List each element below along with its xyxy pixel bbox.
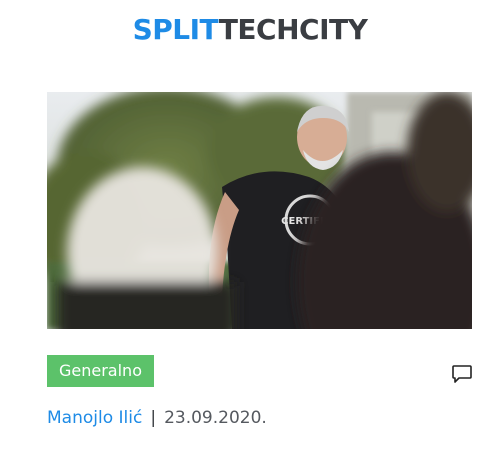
site-logo[interactable]: SPLITTECHCITY xyxy=(0,12,500,48)
author-link[interactable]: Manojlo Ilić xyxy=(47,408,142,428)
article-image[interactable]: CERTIFIED xyxy=(47,92,472,329)
article-photo: CERTIFIED xyxy=(47,92,472,329)
article-card: SPLITTECHCITY Generalno Manojlo Ilić | 2… xyxy=(0,0,500,450)
meta-separator: | xyxy=(150,408,157,428)
logo-split[interactable]: SPLIT xyxy=(133,13,220,46)
category-badge[interactable]: Generalno xyxy=(47,355,154,387)
publish-date: 23.09.2020. xyxy=(164,408,267,428)
article-meta: Manojlo Ilić | 23.09.2020. xyxy=(47,406,267,430)
logo-techcity[interactable]: TECHCITY xyxy=(219,13,368,46)
comment-icon[interactable] xyxy=(451,363,473,385)
